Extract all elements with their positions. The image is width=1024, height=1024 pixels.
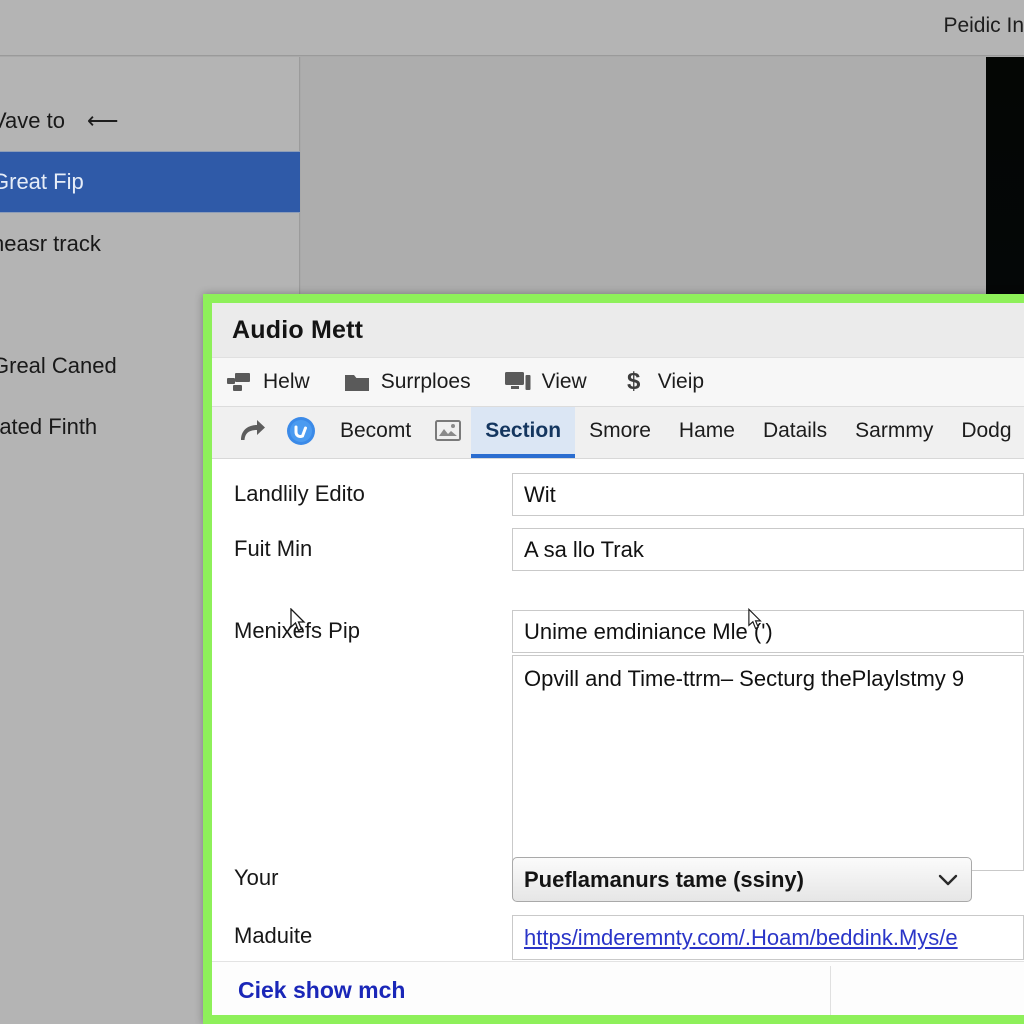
maduite-link[interactable]: https/imderemnty.com/.Hoam/beddink.Mys/e	[524, 925, 958, 951]
field-label: Your	[234, 865, 279, 890]
tab-label: Smore	[589, 418, 651, 442]
menixefs-pip-textarea[interactable]: Opvill and Time-ttrm– Secturg thePlaylst…	[512, 655, 1024, 871]
ciek-show-mch-link[interactable]: Ciek show mch	[212, 977, 405, 1004]
menixefs-pip-input[interactable]: Unime emdiniance Mle (ʹ)	[512, 610, 1024, 653]
tab-sarmmy[interactable]: Sarmmy	[841, 407, 947, 458]
tab-label: Datails	[762, 418, 828, 442]
audio-settings-dialog: Audio Mett Helw Surrploes View $ Vieip B…	[212, 303, 1024, 1015]
your-select-value: Pueflamanurs tame (ssiny)	[524, 866, 804, 892]
field-label: Menixefs Pip	[234, 618, 360, 643]
landlily-edito-input[interactable]: Wit	[512, 473, 1024, 516]
toolbar-item-helw[interactable]: Helw	[226, 370, 310, 394]
tab-dodg[interactable]: Dodg	[947, 407, 1024, 458]
sidebar-item-label: rated Finth	[0, 414, 98, 439]
tab-smore[interactable]: Smore	[575, 407, 665, 458]
field-control: Wit	[512, 473, 1024, 516]
field-label: Fuit Min	[234, 536, 313, 561]
screen-root: Peidic In Vave to ⟶ Great Fip heasr trac…	[0, 0, 1024, 1024]
dialog-title: Audio Mett	[212, 303, 1024, 357]
dialog-form-body: Landlily Edito Wit Fuit Min A sa llo Tra…	[212, 459, 1024, 1015]
field-label: Maduite	[234, 923, 313, 948]
sidebar-item-label: Greal Caned	[0, 353, 117, 378]
toolbar-item-surrploes[interactable]: Surrploes	[344, 370, 471, 394]
your-select[interactable]: Pueflamanurs tame (ssiny)	[512, 857, 972, 902]
dialog-tabbar: Becomt Section Smore Hame Datails Sarmmy…	[212, 407, 1024, 459]
blue-check-badge-icon[interactable]	[276, 407, 326, 458]
dollar-icon: $	[627, 368, 641, 395]
dialog-toolbar: Helw Surrploes View $ Vieip	[212, 357, 1024, 407]
tab-datails[interactable]: Datails	[749, 407, 841, 458]
image-icon[interactable]	[425, 407, 471, 458]
form-row-fuit-min: Fuit Min A sa llo Trak	[212, 528, 1024, 571]
field-label: Landlily Edito	[234, 481, 365, 506]
sidebar-item-label: Vave to	[0, 108, 65, 133]
tab-label: Sarmmy	[855, 418, 934, 442]
toolbar-item-vieip[interactable]: $ Vieip	[621, 368, 705, 395]
maduite-link-box[interactable]: https/imderemnty.com/.Hoam/beddink.Mys/e	[512, 915, 1024, 960]
tab-hame[interactable]: Hame	[665, 407, 749, 458]
form-row-landlily-edito: Landlily Edito Wit	[212, 473, 1024, 516]
tab-label: Hame	[678, 418, 735, 442]
form-row-maduite: Maduite https/imderemnty.com/.Hoam/beddi…	[212, 915, 1024, 960]
app-title-right: Peidic In	[943, 14, 1024, 37]
toolbar-item-label: Vieip	[657, 370, 705, 393]
form-row-your: Your Pueflamanurs tame (ssiny)	[212, 857, 1024, 902]
field-control: Unime emdiniance Mle (ʹ) Opvill and Time…	[512, 610, 1024, 871]
redo-arrow-icon: ⟶	[86, 108, 119, 133]
tab-becomt[interactable]: Becomt	[326, 407, 425, 458]
chevron-down-icon	[938, 867, 958, 893]
field-control: https/imderemnty.com/.Hoam/beddink.Mys/e	[512, 915, 1024, 960]
sidebar-item-label: Great Fip	[0, 169, 84, 194]
tab-section[interactable]: Section	[471, 407, 576, 458]
monitor-icon	[504, 370, 531, 394]
app-titlebar: Peidic In	[0, 0, 1024, 56]
redo-arrow-icon[interactable]	[228, 407, 276, 458]
layout-icon	[226, 370, 252, 394]
footer-divider	[830, 966, 831, 1015]
toolbar-item-label: Surrploes	[380, 370, 471, 393]
tab-label: Becomt	[340, 418, 412, 442]
toolbar-item-label: View	[541, 370, 587, 393]
tab-label: Dodg	[961, 418, 1012, 442]
tab-label: Section	[485, 418, 562, 442]
toolbar-item-label: Helw	[263, 370, 310, 393]
sidebar-item-great-fip[interactable]: Great Fip	[0, 151, 300, 213]
folder-icon	[344, 370, 370, 394]
field-control: Pueflamanurs tame (ssiny)	[512, 857, 1024, 902]
sidebar-item-vave-to[interactable]: Vave to ⟶	[0, 90, 300, 152]
dialog-highlight-frame: Audio Mett Helw Surrploes View $ Vieip B…	[203, 294, 1024, 1024]
form-row-menixefs-pip: Menixefs Pip Unime emdiniance Mle (ʹ) Op…	[212, 610, 1024, 871]
field-control: A sa llo Trak	[512, 528, 1024, 571]
sidebar-item-heasr-track[interactable]: heasr track	[0, 213, 300, 275]
fuit-min-input[interactable]: A sa llo Trak	[512, 528, 1024, 571]
toolbar-item-view[interactable]: View	[504, 370, 587, 394]
dialog-footer: Ciek show mch	[212, 961, 1024, 1015]
sidebar-item-label: heasr track	[0, 231, 101, 256]
